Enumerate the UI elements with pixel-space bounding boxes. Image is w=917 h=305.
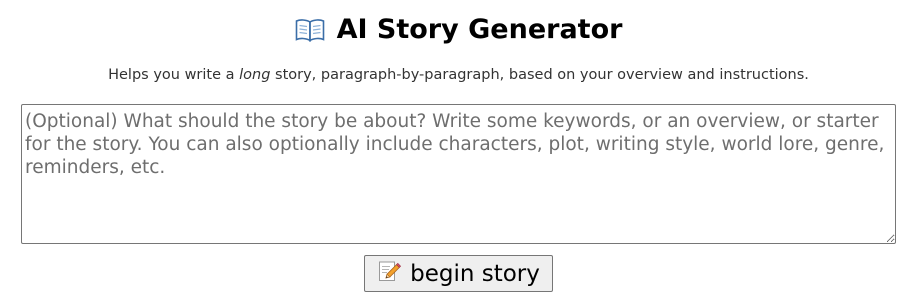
story-overview-input[interactable] — [21, 104, 896, 244]
description-text-start: Helps you write a — [108, 67, 240, 83]
description-emphasis: long — [239, 67, 271, 83]
page-description: Helps you write a long story, paragraph-… — [0, 64, 917, 86]
page-title-text: AI Story Generator — [336, 14, 623, 45]
memo-pencil-icon — [377, 259, 402, 289]
begin-story-button[interactable]: begin story — [364, 255, 553, 292]
page-title: AI Story Generator — [0, 12, 917, 52]
description-text-end: story, paragraph-by-paragraph, based on … — [270, 67, 809, 83]
story-generator-page: AI Story Generator Helps you write a lon… — [0, 0, 917, 305]
open-book-icon — [295, 16, 325, 52]
begin-story-label: begin story — [410, 260, 540, 287]
